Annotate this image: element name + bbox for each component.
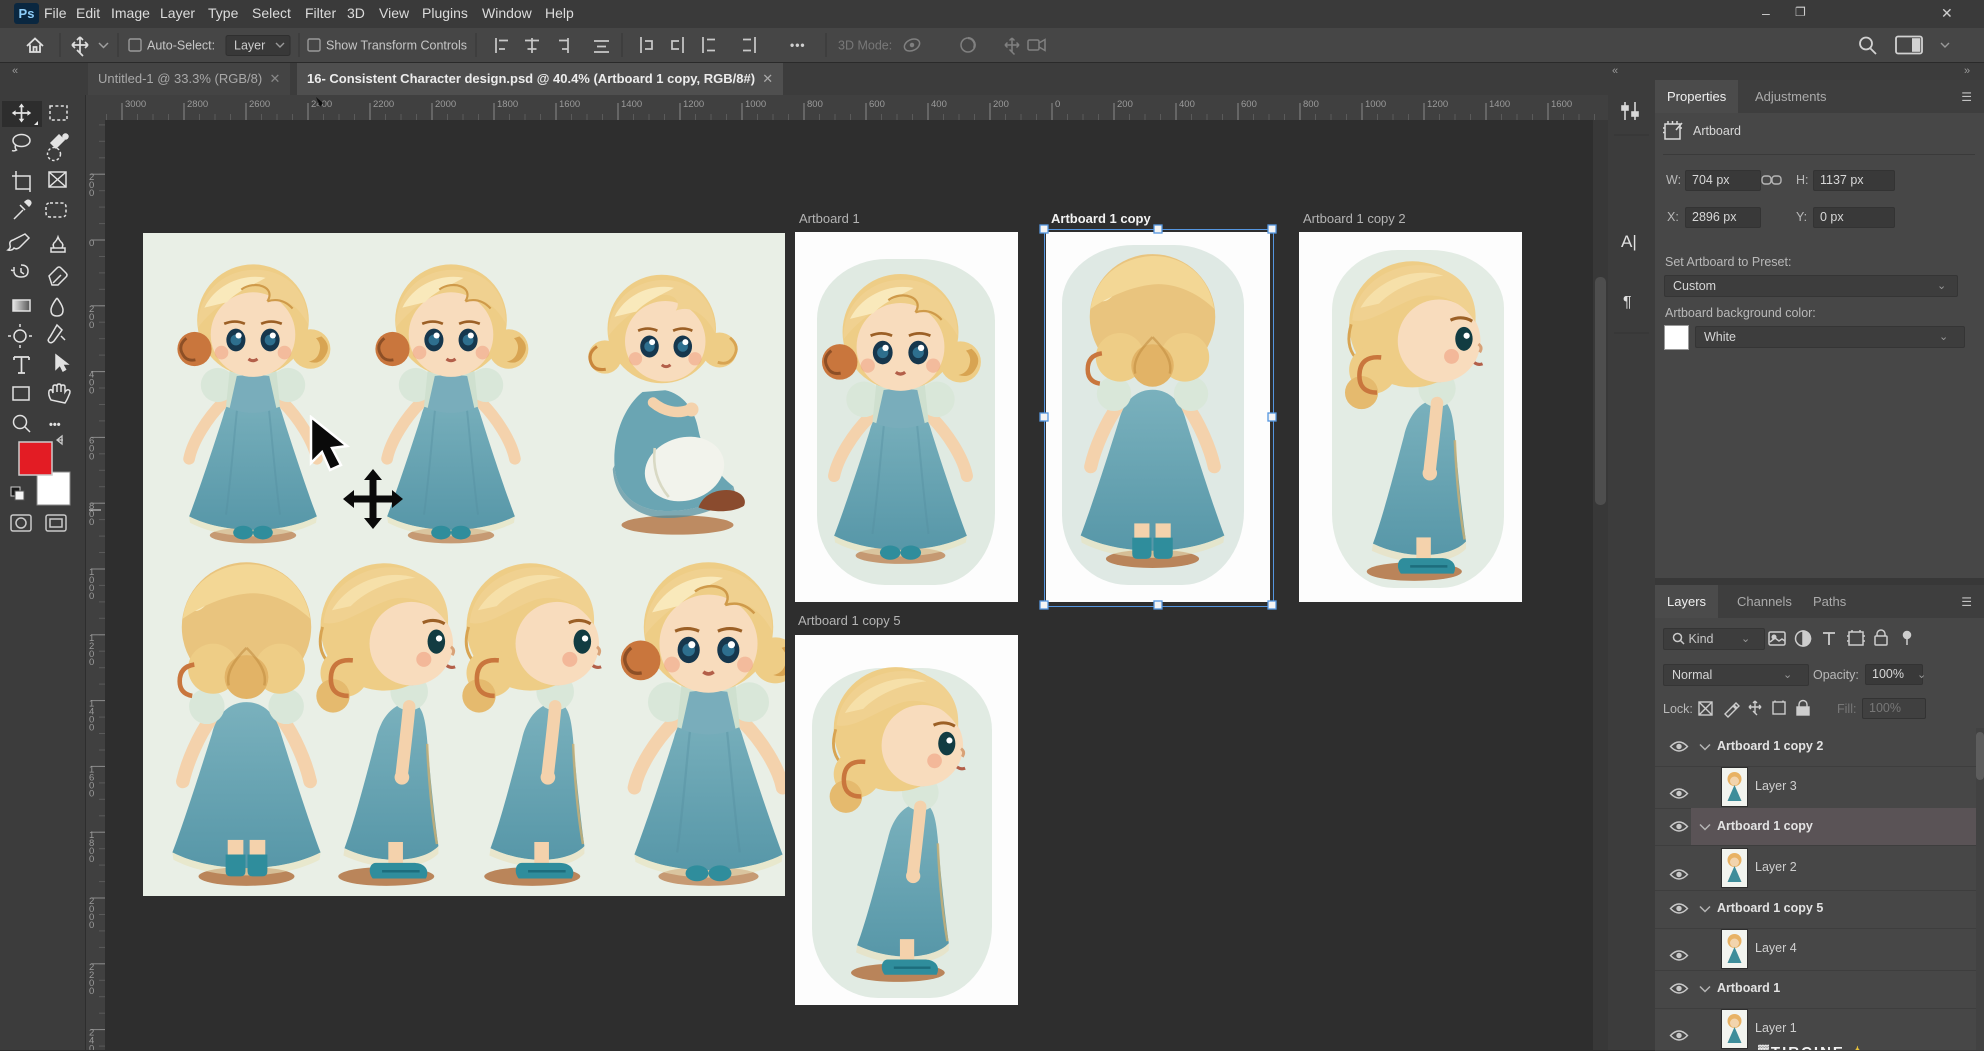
svg-text:1200: 1200 xyxy=(683,99,704,110)
svg-text:•••: ••• xyxy=(49,419,61,431)
svg-text:0: 0 xyxy=(89,238,94,249)
svg-text:1600: 1600 xyxy=(559,99,580,110)
svg-text:1800: 1800 xyxy=(89,830,94,865)
svg-text:2200: 2200 xyxy=(373,99,394,110)
svg-text:1200: 1200 xyxy=(89,633,94,668)
svg-text:400: 400 xyxy=(89,370,94,397)
svg-text:200: 200 xyxy=(993,99,1009,110)
svg-text:800: 800 xyxy=(1303,99,1319,110)
svg-text:800: 800 xyxy=(807,99,823,110)
svg-text:0: 0 xyxy=(1055,99,1060,110)
svg-text:¶: ¶ xyxy=(1623,294,1632,311)
svg-text:2400: 2400 xyxy=(89,1028,94,1050)
svg-text:600: 600 xyxy=(869,99,885,110)
svg-text:400: 400 xyxy=(931,99,947,110)
svg-text:1000: 1000 xyxy=(1365,99,1386,110)
svg-text:200: 200 xyxy=(1117,99,1133,110)
svg-text:3D Mode:: 3D Mode: xyxy=(838,39,892,53)
svg-text:400: 400 xyxy=(1179,99,1195,110)
svg-text:Show Transform Controls: Show Transform Controls xyxy=(326,39,467,53)
svg-text:1400: 1400 xyxy=(621,99,642,110)
svg-text:Layer: Layer xyxy=(234,39,265,53)
svg-text:1000: 1000 xyxy=(89,567,94,602)
svg-text:200: 200 xyxy=(89,304,94,331)
svg-text:800: 800 xyxy=(89,501,94,528)
svg-text:1600: 1600 xyxy=(89,764,94,799)
svg-text:•••: ••• xyxy=(790,38,806,52)
svg-text:2200: 2200 xyxy=(89,962,94,997)
svg-text:1200: 1200 xyxy=(1427,99,1448,110)
svg-text:2600: 2600 xyxy=(249,99,270,110)
svg-text:600: 600 xyxy=(89,435,94,462)
svg-text:1400: 1400 xyxy=(1489,99,1510,110)
svg-text:1400: 1400 xyxy=(89,699,94,734)
svg-text:2000: 2000 xyxy=(89,896,94,931)
svg-text:600: 600 xyxy=(1241,99,1257,110)
svg-text:3000: 3000 xyxy=(125,99,146,110)
svg-text:200: 200 xyxy=(89,172,94,199)
svg-text:1600: 1600 xyxy=(1551,99,1572,110)
svg-text:1000: 1000 xyxy=(745,99,766,110)
svg-text:Auto-Select:: Auto-Select: xyxy=(147,39,215,53)
svg-text:A|: A| xyxy=(1621,232,1637,251)
svg-text:2000: 2000 xyxy=(435,99,456,110)
svg-text:1800: 1800 xyxy=(497,99,518,110)
svg-text:2800: 2800 xyxy=(187,99,208,110)
